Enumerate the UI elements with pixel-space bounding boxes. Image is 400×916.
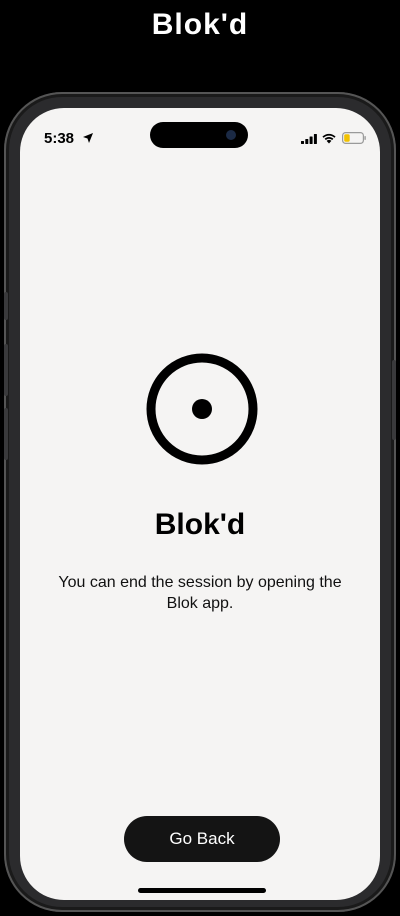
wifi-icon bbox=[322, 133, 336, 144]
session-message: You can end the session by opening the B… bbox=[58, 574, 342, 612]
front-camera bbox=[226, 130, 236, 140]
page-title: Blok'd bbox=[154, 508, 246, 541]
phone-screen: 5:38 Blok'd You can end the session by o… bbox=[20, 108, 380, 900]
target-icon bbox=[146, 353, 258, 465]
silent-switch bbox=[4, 292, 8, 320]
location-arrow-icon bbox=[83, 133, 93, 143]
volume-down-button bbox=[4, 408, 8, 460]
status-bar: 5:38 bbox=[20, 108, 380, 168]
header-label: Blok'd bbox=[151, 8, 249, 41]
go-back-button[interactable]: Go Back bbox=[124, 816, 280, 862]
volume-up-button bbox=[4, 344, 8, 396]
battery-low-icon bbox=[342, 132, 366, 144]
power-button bbox=[392, 360, 396, 440]
cellular-signal-icon bbox=[301, 134, 317, 144]
status-time: 5:38 bbox=[44, 130, 75, 147]
dynamic-island bbox=[150, 122, 248, 148]
home-indicator[interactable] bbox=[138, 888, 266, 893]
